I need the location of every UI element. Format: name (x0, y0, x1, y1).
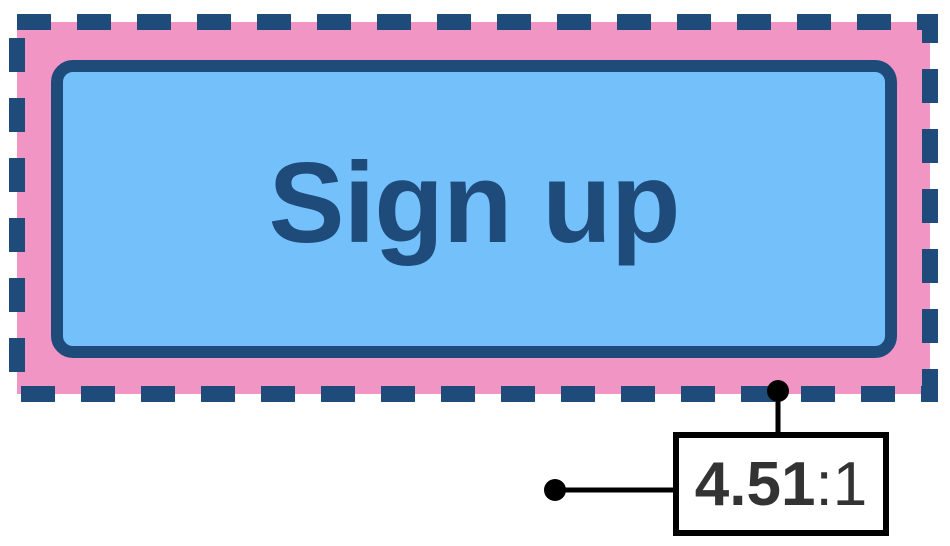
contrast-diagram: Sign up 4.51:1 (0, 0, 950, 546)
contrast-ratio-label: 4.51:1 (673, 432, 889, 536)
contrast-ratio-text: 4.51:1 (695, 454, 867, 516)
contrast-ratio-separator: : (815, 450, 833, 519)
top-connector-dot (767, 380, 789, 402)
contrast-ratio-base: 1 (832, 450, 868, 519)
left-connector-dot (544, 479, 566, 501)
contrast-ratio-value: 4.51 (694, 450, 816, 519)
